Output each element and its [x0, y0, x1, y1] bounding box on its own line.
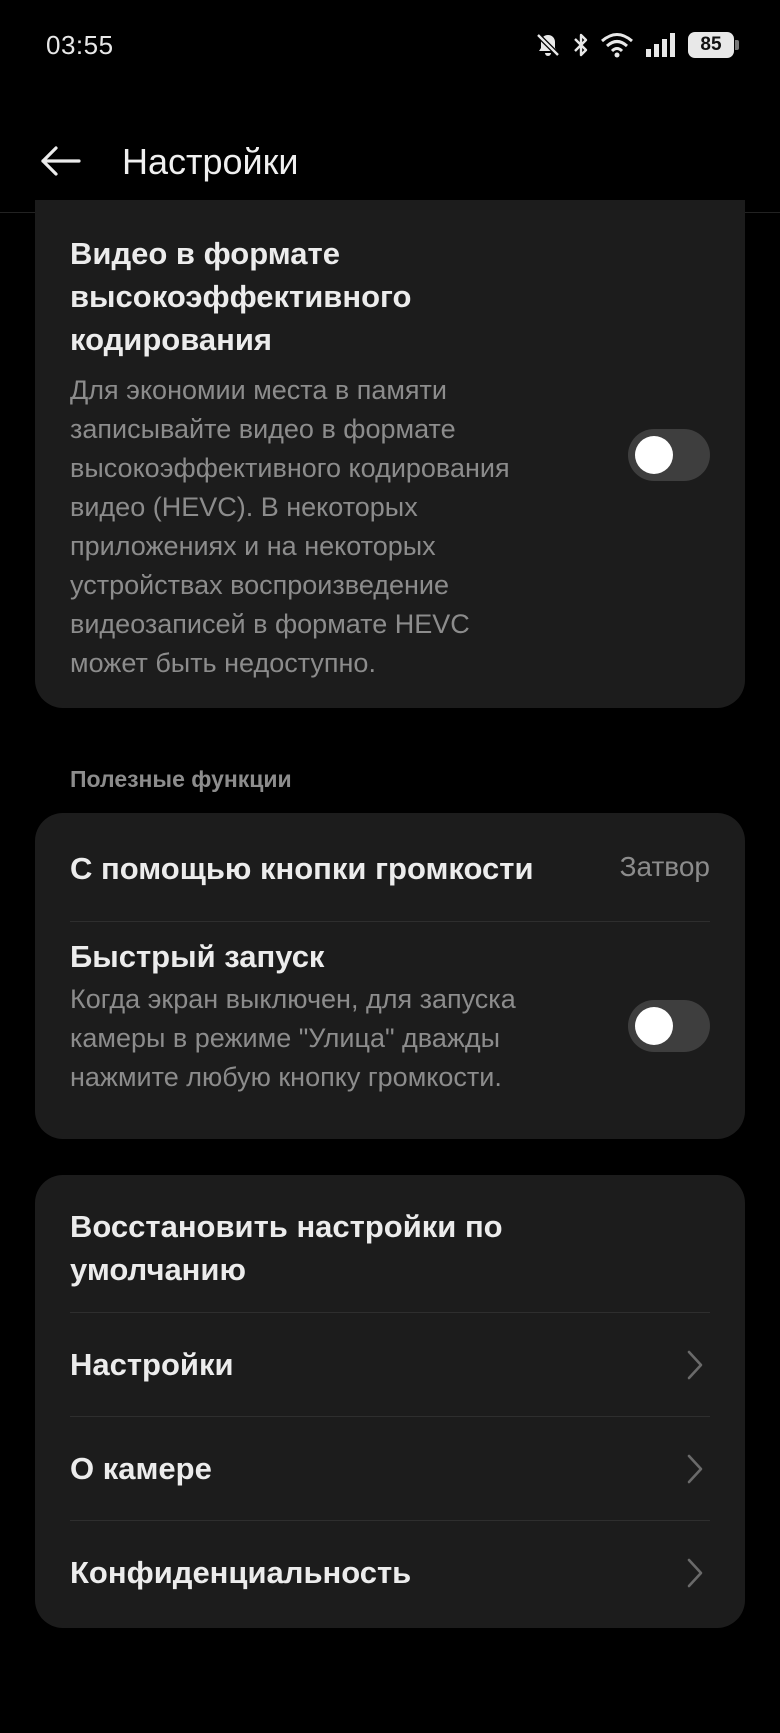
- status-bar: 03:55 85: [0, 0, 780, 90]
- hevc-toggle[interactable]: [628, 429, 710, 481]
- wifi-icon: [600, 31, 634, 59]
- restore-defaults-line: Восстановить настройки по: [70, 1209, 503, 1244]
- hevc-description: Для экономии места в памяти записывайте …: [70, 371, 510, 683]
- app-header: Настройки: [0, 105, 780, 213]
- hevc-title-line: высокоэффективного: [70, 279, 412, 314]
- signal-icon: [644, 31, 678, 59]
- hevc-title-line: Видео в формате: [70, 236, 340, 271]
- volume-button-value: Затвор: [619, 851, 710, 882]
- hevc-setting-card[interactable]: Видео в формате высокоэффективного кодир…: [35, 200, 745, 708]
- hevc-description-line: видеозаписей в формате HEVC: [70, 609, 470, 639]
- useful-features-card: С помощью кнопки громкости Затвор Быстры…: [35, 813, 745, 1139]
- privacy-row[interactable]: Конфиденциальность: [35, 1521, 745, 1628]
- status-time: 03:55: [46, 30, 114, 60]
- settings-row-label: Настройки: [70, 1347, 234, 1382]
- hevc-title-line: кодирования: [70, 322, 272, 357]
- settings-row[interactable]: Настройки: [35, 1313, 745, 1417]
- about-camera-row[interactable]: О камере: [35, 1417, 745, 1521]
- quick-launch-title: Быстрый запуск: [70, 939, 325, 974]
- quick-launch-row[interactable]: Быстрый запуск Когда экран выключен, для…: [35, 922, 745, 1139]
- status-icons: 85: [534, 28, 739, 62]
- toggle-knob: [635, 1007, 673, 1045]
- privacy-label: Конфиденциальность: [70, 1555, 412, 1590]
- toggle-knob: [635, 436, 673, 474]
- restore-defaults-line: умолчанию: [70, 1252, 246, 1287]
- chevron-right-icon: [687, 1454, 703, 1484]
- hevc-title: Видео в формате высокоэффективного кодир…: [70, 232, 411, 361]
- restore-defaults-row[interactable]: Восстановить настройки по умолчанию: [35, 1175, 745, 1313]
- hevc-description-line: может быть недоступно.: [70, 648, 376, 678]
- hevc-description-line: Для экономии места в памяти: [70, 375, 447, 405]
- quick-launch-description-line: камеры в режиме "Улица" дважды: [70, 1023, 501, 1053]
- chevron-right-icon: [687, 1558, 703, 1588]
- bluetooth-icon: [572, 31, 590, 59]
- volume-button-row[interactable]: С помощью кнопки громкости Затвор: [35, 813, 745, 921]
- battery-icon: 85: [688, 32, 739, 58]
- hevc-description-line: записывайте видео в формате: [70, 414, 456, 444]
- hevc-description-line: устройствах воспроизведение: [70, 570, 450, 600]
- back-button[interactable]: [36, 137, 84, 185]
- hevc-description-line: видео (HEVC). В некоторых: [70, 492, 418, 522]
- battery-level: 85: [700, 34, 722, 55]
- section-header-useful: Полезные функции: [70, 766, 292, 792]
- about-camera-label: О камере: [70, 1451, 212, 1486]
- chevron-right-icon: [687, 1350, 703, 1380]
- quick-launch-description-line: нажмите любую кнопку громкости.: [70, 1062, 502, 1092]
- quick-launch-toggle[interactable]: [628, 1000, 710, 1052]
- page-title: Настройки: [122, 141, 299, 182]
- camera-settings-screen: 03:55 85 Настройки Видео в формате высок…: [0, 0, 780, 1733]
- quick-launch-description-line: Когда экран выключен, для запуска: [70, 984, 516, 1014]
- bell-off-icon: [534, 31, 562, 59]
- hevc-description-line: приложениях и на некоторых: [70, 531, 436, 561]
- restore-defaults-title: Восстановить настройки по умолчанию: [70, 1205, 503, 1291]
- arrow-left-icon: [41, 146, 81, 176]
- misc-settings-card: Восстановить настройки по умолчанию Наст…: [35, 1175, 745, 1628]
- quick-launch-description: Когда экран выключен, для запуска камеры…: [70, 980, 516, 1097]
- hevc-description-line: высокоэффективного кодирования: [70, 453, 510, 483]
- volume-button-title: С помощью кнопки громкости: [70, 851, 534, 886]
